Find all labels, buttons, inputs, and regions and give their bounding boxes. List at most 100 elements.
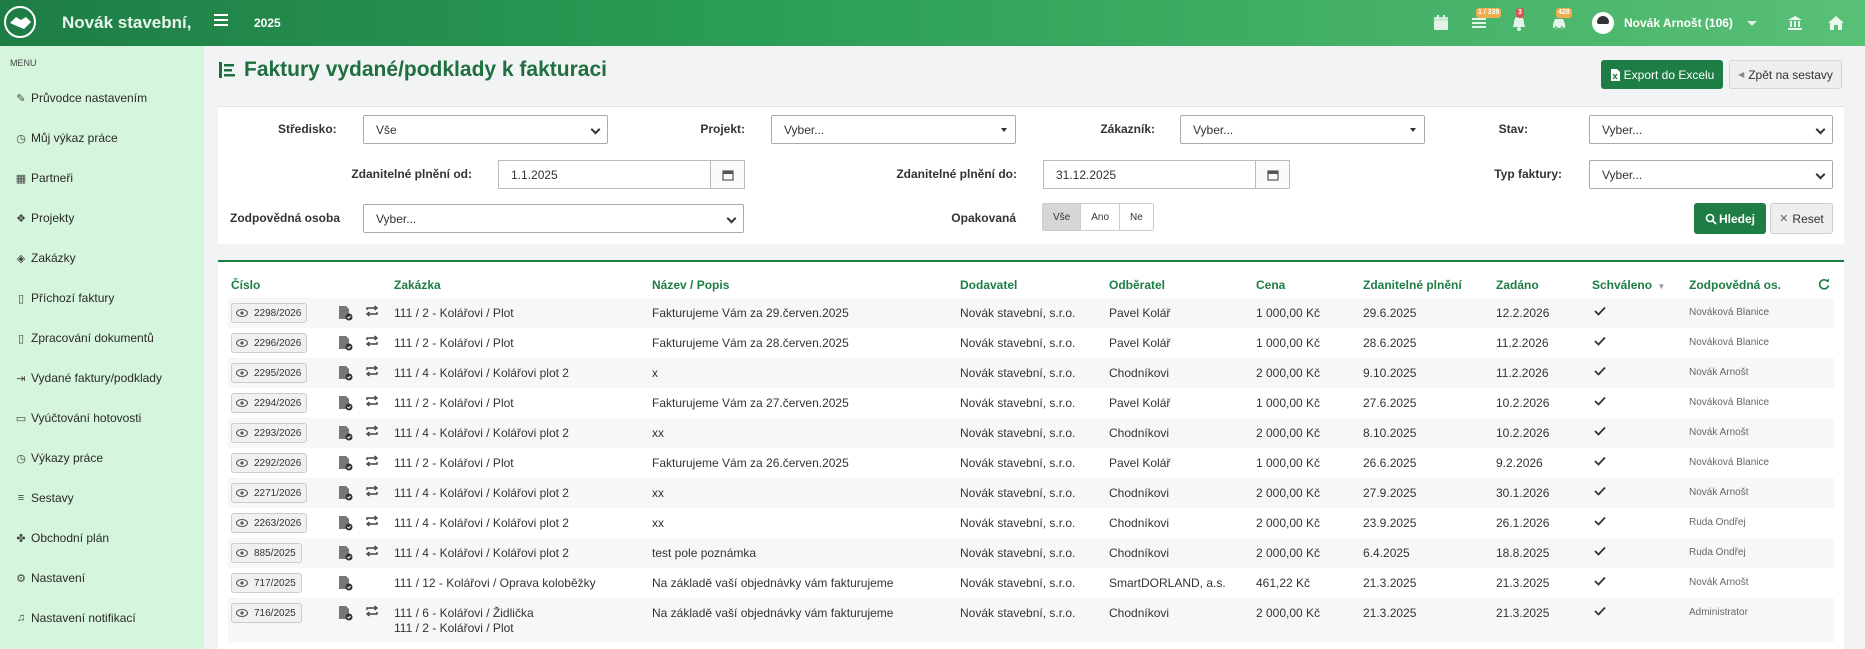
document-approved-icon[interactable] (337, 335, 353, 351)
plneni-do-input[interactable]: 31.12.2025 (1043, 160, 1256, 189)
zodpovedna-osoba-label: Zodpovědná osoba (230, 211, 341, 225)
invoice-number-button[interactable]: 2296/2026 (231, 333, 308, 353)
column-header-zakazka[interactable]: Zakázka (394, 278, 441, 292)
projekt-value: Vyber... (784, 122, 825, 137)
column-header-cena[interactable]: Cena (1256, 278, 1285, 292)
table-row[interactable]: 2271/2026 111 / 4 - Kolářovi / Kolářovi p… (228, 478, 1834, 508)
invoice-number-button[interactable]: 2294/2026 (231, 393, 308, 413)
user-menu[interactable]: Novák Arnošt (106) (1592, 12, 1757, 34)
document-approved-icon[interactable] (337, 425, 353, 441)
invoice-number: 2263/2026 (254, 517, 302, 529)
sidebar-item[interactable]: ⇥ Vydané faktury/podklady (0, 363, 204, 393)
plneni-od-input[interactable]: 1.1.2025 (498, 160, 711, 189)
column-header-zodpovedna-os[interactable]: Zodpovědná os. (1689, 278, 1781, 292)
table-row[interactable]: 2295/2026 111 / 4 - Kolářovi / Kolářovi p… (228, 358, 1834, 388)
calendar-icon[interactable] (1256, 160, 1290, 189)
back-to-reports-button[interactable]: ◀ Zpět na sestavy (1729, 60, 1842, 89)
calendar-icon[interactable] (711, 160, 745, 189)
document-approved-icon[interactable] (337, 395, 353, 411)
column-header-zdanitelne-plneni[interactable]: Zdanitelné plnění (1363, 278, 1462, 292)
sidebar-item[interactable]: ✤ Obchodní plán (0, 523, 204, 553)
invoice-number-button[interactable]: 2293/2026 (231, 423, 308, 443)
brand-name[interactable]: Novák stavební, (62, 13, 191, 33)
table-row[interactable]: 885/2025 111 / 4 - Kolářovi / Kolářovi pl… (228, 538, 1834, 568)
invoice-number-button[interactable]: 2292/2026 (231, 453, 308, 473)
car-icon[interactable]: 428 (1550, 8, 1572, 32)
table-row[interactable]: 2292/2026 111 / 2 - Kolářovi / Plot Faktur… (228, 448, 1834, 478)
invoice-number-button[interactable]: 2271/2026 (231, 483, 308, 503)
table-row[interactable]: 2298/2026 111 / 2 - Kolářovi / Plot Faktur… (228, 298, 1834, 328)
sidebar-item[interactable]: ◷ Výkazy práce (0, 443, 204, 473)
document-approved-icon[interactable] (337, 305, 353, 321)
table-row[interactable]: 717/2025 111 / 12 - Kolářovi / Oprava kol… (228, 568, 1834, 598)
sidebar-item[interactable]: ✎ Průvodce nastavením (0, 83, 204, 113)
opakovana-option-all[interactable]: Vše (1043, 204, 1082, 230)
column-header-dodavatel[interactable]: Dodavatel (960, 278, 1017, 292)
typ-faktury-select[interactable]: Vyber... (1589, 160, 1833, 189)
table-row[interactable]: 716/2025 111 / 6 - Kolářovi / Židlička Na … (228, 598, 1834, 642)
cell-odberatel: Pavel Kolář (1109, 456, 1171, 470)
sidebar-item[interactable]: ♫ Nastavení notifikací (0, 603, 204, 633)
sidebar-item[interactable]: ◈ Zakázky (0, 243, 204, 273)
table-row[interactable]: 2294/2026 111 / 2 - Kolářovi / Plot Faktur… (228, 388, 1834, 418)
column-header-zadano[interactable]: Zadáno (1496, 278, 1539, 292)
cell-zadano: 11.2.2026 (1496, 366, 1549, 380)
invoice-number-button[interactable]: 2295/2026 (231, 363, 308, 383)
invoice-number-button[interactable]: 2263/2026 (231, 513, 308, 533)
opakovana-option-no[interactable]: Ne (1120, 204, 1153, 230)
invoice-number: 2296/2026 (254, 337, 302, 349)
sidebar-item[interactable]: ▭ Vyúčtování hotovosti (0, 403, 204, 433)
cell-zodpovedna-osoba: Nováková Blanice (1689, 337, 1770, 348)
opakovana-option-yes[interactable]: Ano (1081, 204, 1121, 230)
cell-zodpovedna-osoba: Novák Arnošt (1689, 427, 1749, 438)
stav-select[interactable]: Vyber... (1589, 115, 1833, 144)
search-button[interactable]: Hledej (1694, 203, 1766, 234)
document-approved-icon[interactable] (337, 455, 353, 471)
sidebar-item[interactable]: ⚙ Nastavení (0, 563, 204, 593)
invoice-number-button[interactable]: 885/2025 (231, 543, 302, 563)
document-approved-icon[interactable] (337, 515, 353, 531)
export-excel-button[interactable]: Export do Excelu (1601, 60, 1723, 89)
sidebar-item[interactable]: ▯ Zpracování dokumentů (0, 323, 204, 353)
year-selector[interactable]: 2025 (254, 16, 281, 30)
document-approved-icon[interactable] (337, 485, 353, 501)
calendar-icon[interactable] (1432, 14, 1450, 32)
sidebar-item[interactable]: ▯ Příchozí faktury (0, 283, 204, 313)
invoice-number-button[interactable]: 717/2025 (231, 573, 302, 593)
projekt-select[interactable]: Vyber... (771, 115, 1016, 144)
sidebar-item[interactable]: ❖ Projekty (0, 203, 204, 233)
repeat-icon (365, 425, 379, 437)
sidebar-item[interactable]: ◷ Můj výkaz práce (0, 123, 204, 153)
table-row[interactable]: 2263/2026 111 / 4 - Kolářovi / Kolářovi p… (228, 508, 1834, 538)
table-row[interactable]: 2293/2026 111 / 4 - Kolářovi / Kolářovi p… (228, 418, 1834, 448)
notifications-badge: 3 (1516, 8, 1524, 18)
sidebar-item-label: Obchodní plán (31, 531, 110, 545)
menu-toggle-icon[interactable] (214, 14, 228, 26)
refresh-icon[interactable] (1817, 277, 1831, 291)
cell-nazev: xx (652, 426, 664, 440)
stredisko-select[interactable]: Vše (363, 115, 608, 144)
invoice-number-button[interactable]: 2298/2026 (231, 303, 308, 323)
zodpovedna-osoba-select[interactable]: Vyber... (363, 204, 744, 233)
table-row[interactable]: 2296/2026 111 / 2 - Kolářovi / Plot Faktur… (228, 328, 1834, 358)
sidebar-item[interactable]: ≡ Sestavy (0, 483, 204, 513)
invoice-number: 2271/2026 (254, 487, 302, 499)
document-approved-icon[interactable] (337, 575, 353, 591)
handshake-logo-icon[interactable] (4, 6, 36, 38)
column-header-odberatel[interactable]: Odběratel (1109, 278, 1165, 292)
document-approved-icon[interactable] (337, 605, 353, 621)
zakaznik-select[interactable]: Vyber... (1180, 115, 1425, 144)
column-header-nazev[interactable]: Název / Popis (652, 278, 729, 292)
invoice-number-button[interactable]: 716/2025 (231, 603, 302, 623)
column-header-schvaleno[interactable]: Schváleno ▼ (1592, 278, 1665, 292)
document-approved-icon[interactable] (337, 545, 353, 561)
reset-button[interactable]: ✕ Reset (1770, 203, 1833, 234)
cell-dodavatel: Novák stavební, s.r.o. (960, 486, 1076, 500)
home-icon[interactable] (1827, 14, 1845, 32)
tasks-icon[interactable]: 1 / 339 (1470, 8, 1502, 32)
document-approved-icon[interactable] (337, 365, 353, 381)
sidebar-item[interactable]: ▦ Partneři (0, 163, 204, 193)
bank-icon[interactable] (1786, 14, 1804, 32)
column-header-cislo[interactable]: Číslo (231, 278, 260, 292)
bell-icon[interactable]: 3 (1510, 8, 1528, 32)
